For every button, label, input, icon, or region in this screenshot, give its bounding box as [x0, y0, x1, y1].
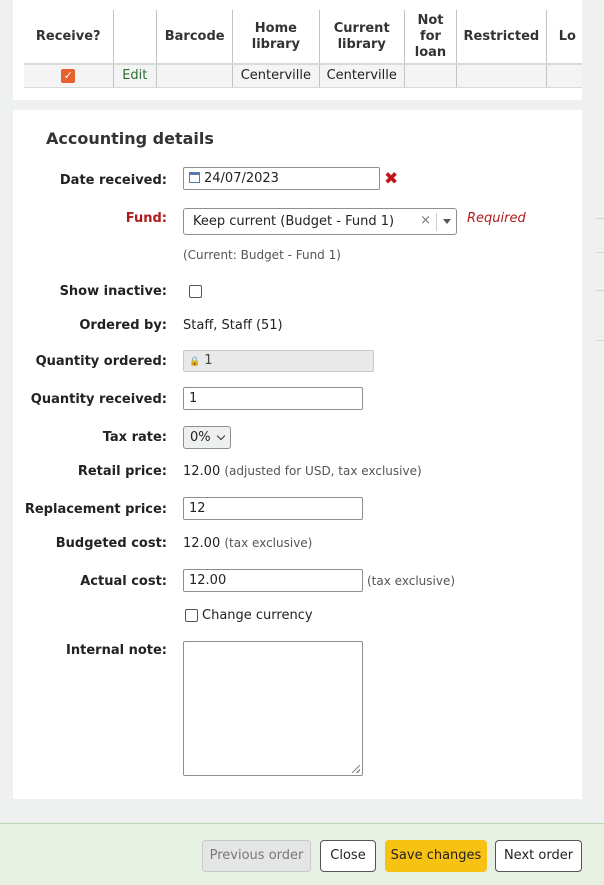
col-actions [113, 10, 158, 64]
quantity-received-input[interactable]: 1 [183, 387, 363, 410]
budgeted-cost: 12.00 (tax exclusive) [183, 536, 312, 551]
col-current-library-label: Current library [333, 20, 390, 52]
items-table-header-row: Receive? Barcode Home library Current li… [24, 10, 582, 64]
save-changes-button[interactable]: Save changes [385, 840, 487, 872]
actual-cost-input[interactable]: 12.00 [183, 569, 363, 592]
col-home-library: Home library [232, 10, 320, 64]
internal-note-textarea[interactable] [183, 641, 363, 776]
previous-order-button[interactable]: Previous order [202, 840, 311, 872]
modal-footer: Previous order Close Save changes Next o… [0, 823, 604, 885]
close-button[interactable]: Close [320, 840, 376, 872]
change-currency-checkbox[interactable] [185, 609, 198, 622]
date-received-input[interactable]: 24/07/2023 [183, 167, 380, 190]
current-fund-hint: (Current: Budget - Fund 1) [183, 248, 341, 262]
select-separator [436, 213, 437, 231]
date-received-label: Date received: [59, 173, 167, 188]
col-home-library-label: Home library [251, 20, 301, 52]
calendar-icon[interactable] [189, 172, 200, 183]
edit-link[interactable]: Edit [122, 68, 147, 83]
retail-price: 12.00 (adjusted for USD, tax exclusive) [183, 464, 422, 479]
actual-cost-label: Actual cost: [80, 574, 167, 589]
location-cell [546, 63, 582, 88]
retail-price-label: Retail price: [77, 464, 167, 479]
quantity-ordered-label: Quantity ordered: [35, 354, 167, 369]
tax-rate-label: Tax rate: [102, 430, 167, 445]
tax-rate-value: 0% [190, 430, 211, 445]
date-received-value: 24/07/2023 [204, 171, 279, 186]
ordered-by-value: Staff, Staff (51) [183, 318, 283, 333]
restricted-cell [456, 63, 547, 88]
change-currency-label[interactable]: Change currency [202, 608, 313, 623]
quantity-ordered-input: 🔒 1 [183, 350, 374, 372]
col-current-library: Current library [319, 10, 405, 64]
chevron-down-icon [216, 431, 226, 441]
budgeted-cost-value: 12.00 [183, 536, 221, 551]
budgeted-cost-note: (tax exclusive) [224, 536, 313, 550]
show-inactive-checkbox[interactable] [189, 285, 202, 298]
resize-handle-icon[interactable] [352, 765, 360, 773]
col-location: Lo [558, 28, 576, 44]
internal-note-label: Internal note: [66, 643, 167, 658]
fund-select[interactable]: Keep current (Budget - Fund 1) × [183, 208, 457, 235]
col-barcode: Barcode [156, 10, 234, 64]
tax-rate-select[interactable]: 0% [183, 426, 231, 449]
barcode-cell [156, 63, 234, 88]
section-title: Accounting details [46, 129, 214, 148]
col-restricted: Restricted [456, 10, 547, 64]
fund-label: Fund: [125, 211, 167, 226]
items-table: Receive? Barcode Home library Current li… [24, 10, 582, 88]
col-receive: Receive? [24, 10, 114, 64]
items-table-panel: Receive? Barcode Home library Current li… [13, 0, 582, 100]
table-row: ✓ Edit Centerville Centerville [24, 63, 582, 88]
replacement-price-input[interactable]: 12 [183, 497, 363, 520]
actual-cost-note: (tax exclusive) [367, 574, 456, 588]
clear-fund-icon[interactable]: × [420, 213, 431, 228]
retail-price-note: (adjusted for USD, tax exclusive) [224, 464, 422, 478]
required-note: Required [467, 211, 526, 226]
clear-date-icon[interactable]: ✖ [384, 169, 398, 189]
chevron-down-icon[interactable] [443, 219, 451, 224]
receive-cell: ✓ [24, 63, 114, 88]
col-not-for-loan: Not for loan [404, 10, 457, 64]
lock-icon: 🔒 [189, 357, 201, 367]
receive-checkbox[interactable]: ✓ [61, 68, 76, 83]
replacement-price-label: Replacement price: [24, 502, 167, 517]
accounting-details-panel: Accounting details Date received: 24/07/… [13, 110, 582, 799]
current-library-cell: Centerville [319, 63, 405, 88]
budgeted-cost-label: Budgeted cost: [55, 536, 167, 551]
show-inactive-label: Show inactive: [59, 284, 167, 299]
quantity-ordered-value: 1 [204, 353, 213, 368]
retail-price-value: 12.00 [183, 464, 221, 479]
col-not-for-loan-label: Not for loan [414, 12, 447, 60]
next-order-button[interactable]: Next order [495, 840, 582, 872]
quantity-received-label: Quantity received: [30, 392, 167, 407]
fund-selected-value: Keep current (Budget - Fund 1) [193, 214, 395, 229]
home-library-cell: Centerville [232, 63, 320, 88]
not-for-loan-cell [404, 63, 457, 88]
ordered-by-label: Ordered by: [79, 318, 167, 333]
edit-cell: Edit [113, 63, 158, 88]
